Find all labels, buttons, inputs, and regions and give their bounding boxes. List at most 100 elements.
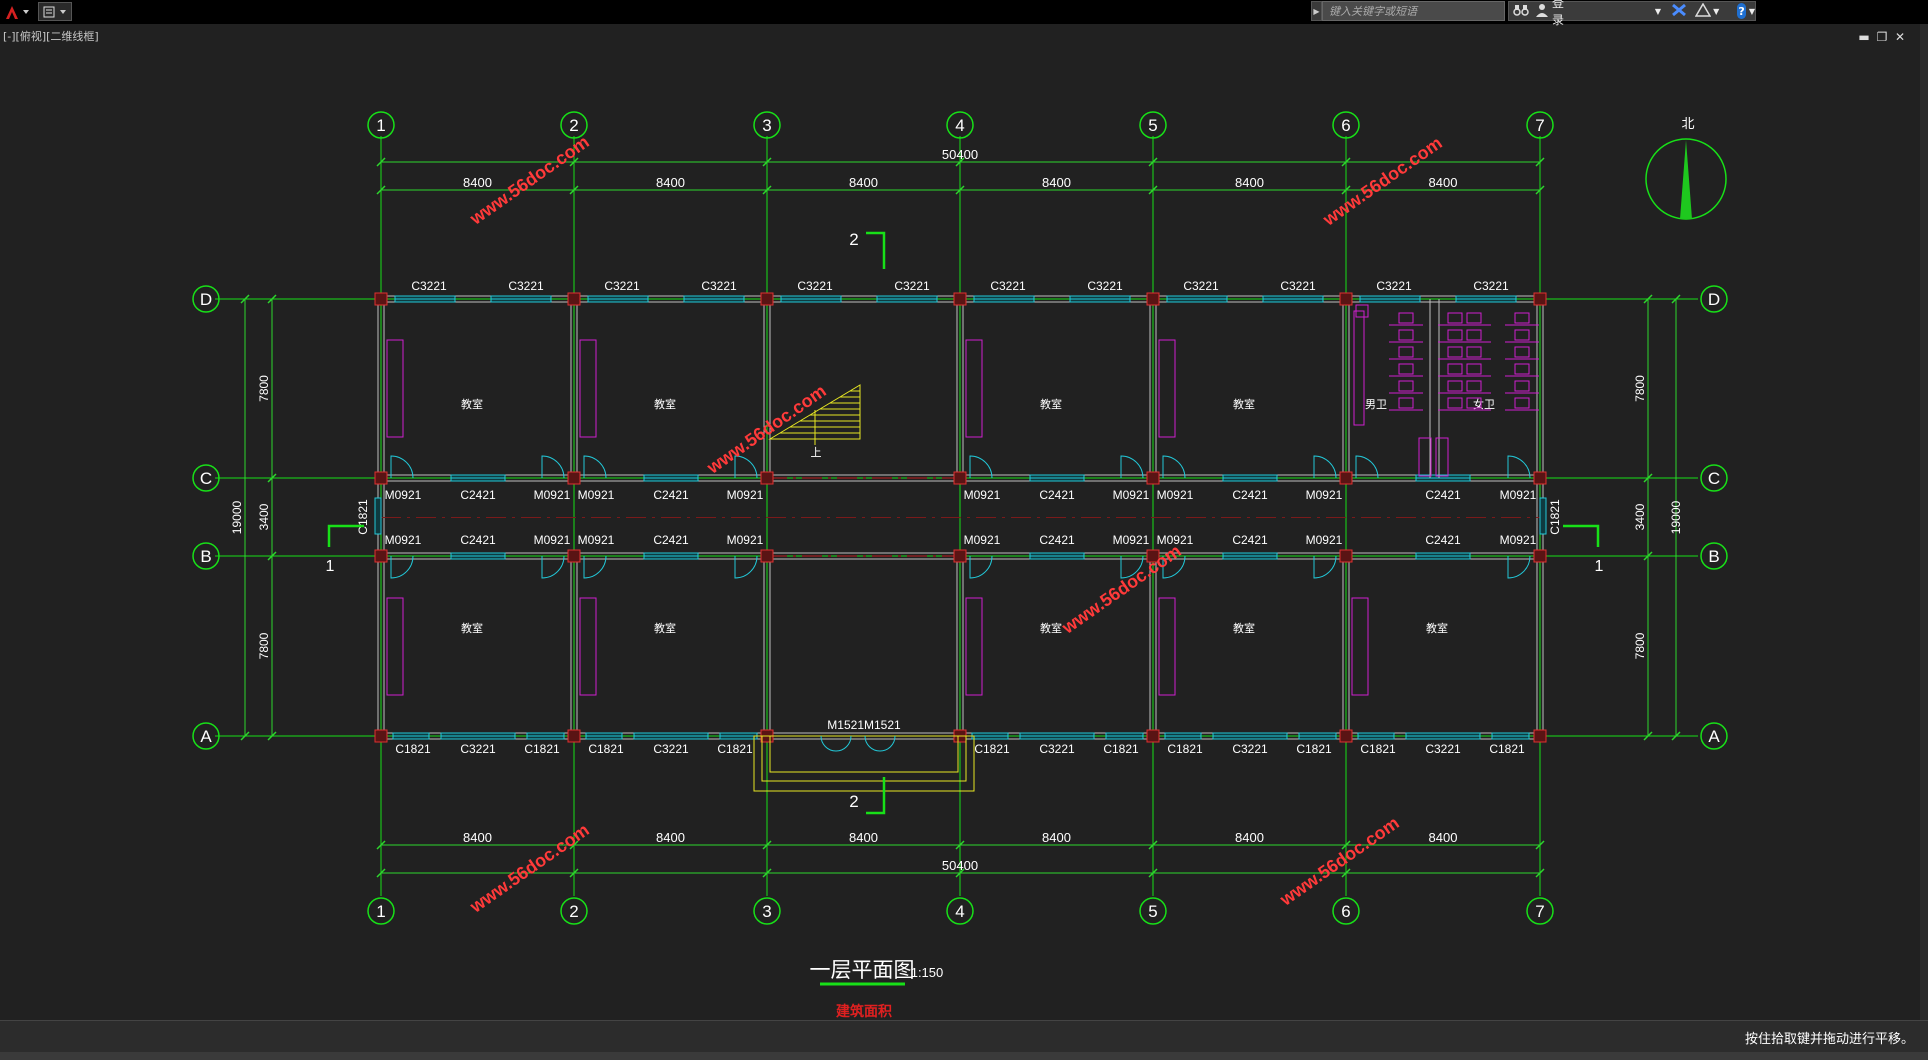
axis-label: C bbox=[1708, 469, 1720, 488]
axis-label: A bbox=[200, 727, 212, 746]
toilet-stall bbox=[1398, 363, 1414, 375]
window-label: C3221 bbox=[797, 279, 833, 293]
dim-text: 8400 bbox=[849, 175, 878, 190]
toilet-stall bbox=[1514, 363, 1530, 375]
axis-label: 1 bbox=[376, 902, 385, 921]
dim-text: 8400 bbox=[849, 830, 878, 845]
column bbox=[760, 292, 774, 306]
dim-text: 8400 bbox=[463, 830, 492, 845]
blackboard bbox=[579, 339, 597, 438]
stair-up-label: 上 bbox=[811, 446, 822, 459]
window-label: C2421 bbox=[1039, 488, 1075, 502]
window-label: C3221 bbox=[1473, 279, 1509, 293]
door-label: M0921 bbox=[534, 533, 571, 547]
axis-label: 5 bbox=[1148, 116, 1157, 135]
column bbox=[1146, 471, 1160, 485]
window-label: C2421 bbox=[1232, 488, 1268, 502]
room-label-male-wc: 男卫 bbox=[1365, 399, 1387, 411]
window-label: C3221 bbox=[1039, 742, 1075, 756]
window-label: C2421 bbox=[460, 533, 496, 547]
blackboard bbox=[965, 597, 983, 696]
window-label: C1821 bbox=[1296, 742, 1332, 756]
column bbox=[1339, 729, 1353, 743]
toilet-stall bbox=[1466, 380, 1482, 392]
axis-label: 1 bbox=[376, 116, 385, 135]
window-label: C3221 bbox=[1425, 742, 1461, 756]
area-note: 建筑面积 bbox=[836, 1003, 892, 1019]
column bbox=[374, 729, 388, 743]
column bbox=[953, 292, 967, 306]
washbasin bbox=[1435, 437, 1449, 477]
dim-text: 8400 bbox=[1042, 830, 1071, 845]
dim-text: 7800 bbox=[1633, 375, 1647, 402]
column bbox=[1146, 292, 1160, 306]
room-label-classroom: 教室 bbox=[461, 621, 483, 635]
blackboard bbox=[1158, 339, 1176, 438]
drawing-scale: 1:150 bbox=[911, 965, 944, 980]
axis-label: C bbox=[200, 469, 212, 488]
blackboard bbox=[1351, 597, 1369, 696]
toilet-stall bbox=[1398, 312, 1414, 324]
door-label: M0921 bbox=[578, 488, 615, 502]
window-label: C3221 bbox=[1280, 279, 1316, 293]
dim-text: 8400 bbox=[656, 175, 685, 190]
drawing-canvas[interactable]: 1 1 2 2 3 3 4 4 5 5 6 6 7 7 D D C C B B A A 8400 8400 8400 8400 84… bbox=[0, 0, 1928, 1020]
dim-text: 8400 bbox=[1235, 175, 1264, 190]
window-label: C3221 bbox=[1183, 279, 1219, 293]
window-label: C1821 bbox=[717, 742, 753, 756]
window-label: C1821 bbox=[1360, 742, 1396, 756]
section-label-1: 1 bbox=[1595, 558, 1604, 575]
axis-label: 2 bbox=[569, 116, 578, 135]
window-label: C3221 bbox=[1232, 742, 1268, 756]
toilet-stall bbox=[1398, 380, 1414, 392]
axis-label: 6 bbox=[1341, 116, 1350, 135]
dim-text: 7800 bbox=[1633, 632, 1647, 659]
toilet-stall bbox=[1398, 397, 1414, 409]
door-label: M0921 bbox=[385, 488, 422, 502]
column bbox=[1339, 292, 1353, 306]
urinal-trough bbox=[1353, 310, 1365, 426]
axis-label: 4 bbox=[955, 902, 964, 921]
porch-step bbox=[769, 735, 959, 773]
porch-inner bbox=[761, 735, 967, 782]
toilet-stall bbox=[1466, 346, 1482, 358]
window-label: C3221 bbox=[701, 279, 737, 293]
toilet-stall bbox=[1447, 312, 1463, 324]
column bbox=[1533, 549, 1547, 563]
toilet-stall bbox=[1466, 363, 1482, 375]
axis-label: 3 bbox=[762, 116, 771, 135]
axis-label: A bbox=[1708, 727, 1720, 746]
column bbox=[760, 549, 774, 563]
door-label: M0921 bbox=[1113, 488, 1150, 502]
toilet-stall bbox=[1514, 397, 1530, 409]
window-label: C1821 bbox=[1489, 742, 1525, 756]
door-label: M0921 bbox=[385, 533, 422, 547]
command-prompt-text: 按住拾取键并拖动进行平移。 bbox=[1744, 1032, 1914, 1047]
section-label-2: 2 bbox=[849, 792, 858, 811]
washbasin bbox=[1418, 437, 1432, 477]
right-scroll-strip[interactable] bbox=[1920, 24, 1928, 1020]
window-label: C2421 bbox=[1232, 533, 1268, 547]
dim-text: 50400 bbox=[942, 147, 978, 162]
window-label: C2421 bbox=[460, 488, 496, 502]
axis-label: 7 bbox=[1535, 902, 1544, 921]
axis-label: 3 bbox=[762, 902, 771, 921]
door-label: M0921 bbox=[964, 533, 1001, 547]
column bbox=[1533, 292, 1547, 306]
toilet-stall bbox=[1447, 329, 1463, 341]
north-label: 北 bbox=[1681, 116, 1694, 131]
window-label: C1821 bbox=[1103, 742, 1139, 756]
watermark: www.56doc.com bbox=[1276, 813, 1403, 910]
window-label: C3221 bbox=[653, 742, 689, 756]
column bbox=[567, 729, 581, 743]
door-label: M0921 bbox=[1500, 488, 1537, 502]
blackboard bbox=[579, 597, 597, 696]
watermark: www.56doc.com bbox=[1319, 133, 1446, 230]
section-label-2: 2 bbox=[849, 230, 858, 249]
dim-text: 19000 bbox=[1669, 500, 1683, 534]
door-label: M0921 bbox=[964, 488, 1001, 502]
window-label: C3221 bbox=[604, 279, 640, 293]
dim-text: 8400 bbox=[1429, 830, 1458, 845]
blackboard bbox=[965, 339, 983, 438]
window-label: C2421 bbox=[1425, 533, 1461, 547]
